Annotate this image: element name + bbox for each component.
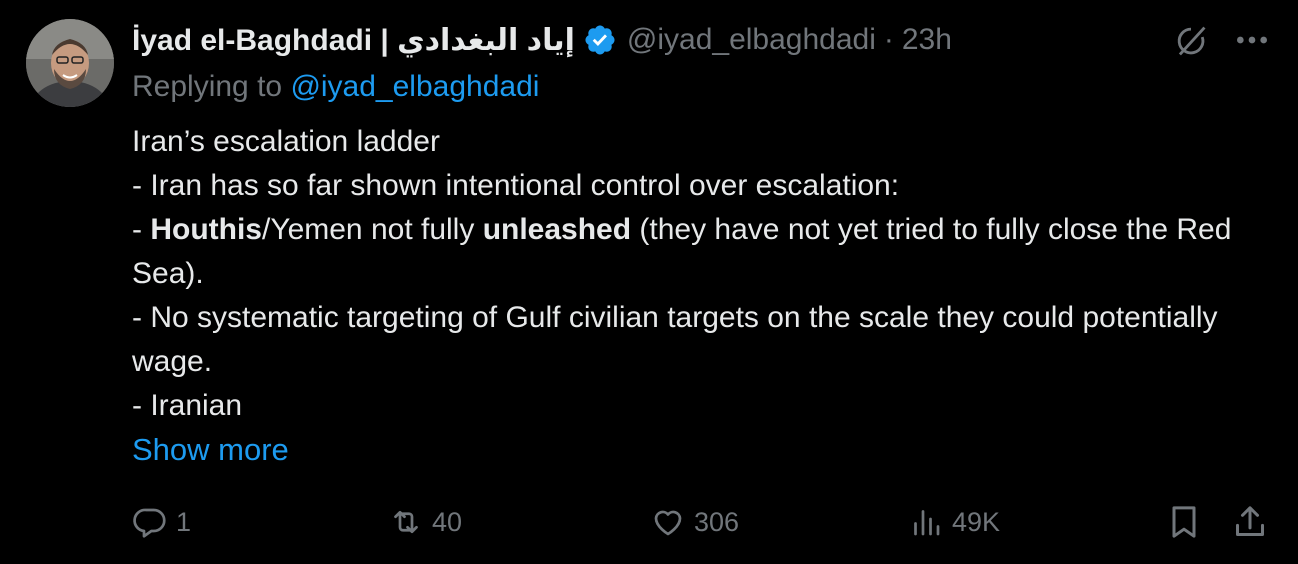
replying-to: Replying to @iyad_elbaghdadi (132, 70, 539, 104)
show-more-link[interactable]: Show more (132, 428, 289, 472)
views-icon (914, 510, 940, 536)
share-icon[interactable] (1230, 502, 1270, 542)
views-count: 49K (952, 506, 1001, 537)
more-icon[interactable] (1232, 20, 1272, 60)
bold-text: unleashed (482, 213, 632, 246)
retweet-icon (394, 510, 418, 534)
avatar[interactable] (26, 19, 114, 107)
replying-to-label: Replying to (132, 70, 291, 103)
action-bar: 1 40 306 49K (0, 500, 1298, 544)
tweet-line: - No systematic targeting of Gulf civili… (132, 301, 1218, 378)
tweet[interactable]: İyad el-Baghdadi | إياد البغدادي @iyad_e… (0, 0, 1298, 564)
tweet-line: - Houthis/Yemen not fully unleashed (the… (132, 208, 1272, 296)
like-count: 306 (694, 506, 740, 537)
reply-icon (133, 508, 166, 538)
reply-count: 1 (176, 506, 192, 537)
tweet-text-segment: - (132, 213, 151, 246)
tweet-line: Iran’s escalation ladder (132, 125, 440, 158)
separator-dot: · (883, 23, 894, 56)
tweet-header: İyad el-Baghdadi | إياد البغدادي @iyad_e… (132, 18, 952, 62)
reply-mention-link[interactable]: @iyad_elbaghdadi (290, 70, 539, 103)
author-name[interactable]: İyad el-Baghdadi | إياد البغدادي (132, 23, 575, 58)
like-icon (654, 510, 682, 536)
verified-badge-icon[interactable] (583, 23, 617, 57)
reply-button[interactable]: 1 (132, 500, 191, 544)
bookmark-icon[interactable] (1164, 502, 1204, 542)
bold-text: Houthis (150, 213, 262, 246)
retweet-count: 40 (432, 506, 463, 537)
tweet-text: Iran’s escalation ladder - Iran has so f… (132, 120, 1272, 428)
retweet-button[interactable]: 40 (388, 500, 462, 544)
like-button[interactable]: 306 (650, 500, 739, 544)
author-handle[interactable]: @iyad_elbaghdadi (627, 23, 876, 57)
tweet-line: - Iranian (132, 389, 243, 422)
avatar-photo-icon (26, 19, 114, 107)
views-button[interactable]: 49K (908, 500, 1000, 544)
tweet-line: - Iran has so far shown intentional cont… (132, 169, 900, 202)
timestamp[interactable]: 23h (902, 23, 952, 57)
grok-icon[interactable] (1172, 22, 1210, 60)
tweet-text-segment: /Yemen not fully (261, 213, 483, 246)
